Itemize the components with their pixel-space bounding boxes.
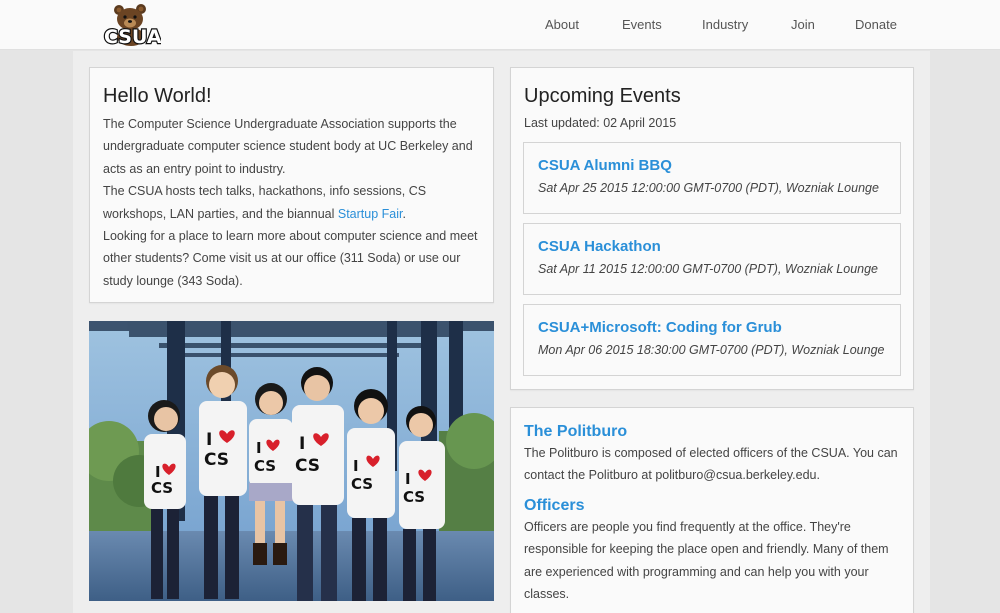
svg-text:I: I: [206, 430, 212, 450]
event-card[interactable]: CSUA Hackathon Sat Apr 11 2015 12:00:00 …: [523, 223, 901, 295]
startup-fair-link[interactable]: Startup Fair: [338, 207, 403, 221]
svg-text:CS: CS: [254, 457, 276, 475]
svg-text:I: I: [299, 434, 305, 454]
svg-text:I: I: [405, 470, 411, 488]
hello-paragraph-2-end: .: [402, 206, 406, 221]
hello-panel: Hello World! The Computer Science Underg…: [89, 67, 494, 303]
svg-text:CS: CS: [403, 488, 425, 506]
hello-paragraph-3: Looking for a place to learn more about …: [103, 229, 478, 288]
svg-text:I: I: [256, 439, 262, 457]
event-title[interactable]: CSUA+Microsoft: Coding for Grub: [538, 319, 782, 336]
hello-paragraph-2: The CSUA hosts tech talks, hackathons, i…: [103, 180, 478, 225]
svg-text:CS: CS: [351, 475, 373, 493]
politburo-text: The Politburo is composed of elected off…: [524, 446, 898, 483]
nav-link-events[interactable]: Events: [622, 17, 662, 32]
event-card[interactable]: CSUA+Microsoft: Coding for Grub Mon Apr …: [523, 304, 901, 376]
csua-bear-logo[interactable]: CSUA: [103, 3, 161, 47]
hello-title: Hello World!: [103, 85, 212, 107]
svg-text:CS: CS: [151, 479, 173, 497]
group-photo: I CS I CS I CS I CS I CS I CS: [89, 321, 494, 601]
event-datetime-location: Mon Apr 06 2015 18:30:00 GMT-0700 (PDT),…: [538, 343, 885, 357]
nav-link-industry[interactable]: Industry: [702, 17, 748, 32]
event-datetime-location: Sat Apr 11 2015 12:00:00 GMT-0700 (PDT),…: [538, 262, 879, 276]
officers-heading: Officers: [524, 497, 585, 514]
events-last-updated: Last updated: 02 April 2015: [524, 116, 677, 130]
events-title: Upcoming Events: [524, 85, 681, 107]
svg-text:CS: CS: [204, 450, 229, 470]
svg-text:CSUA: CSUA: [104, 26, 161, 47]
nav-link-donate[interactable]: Donate: [855, 17, 897, 32]
events-panel: Upcoming Events Last updated: 02 April 2…: [510, 67, 914, 390]
hello-paragraph-1: The Computer Science Undergraduate Assoc…: [103, 117, 473, 176]
event-card[interactable]: CSUA Alumni BBQ Sat Apr 25 2015 12:00:00…: [523, 142, 901, 214]
svg-text:CS: CS: [295, 456, 320, 476]
nav-link-about[interactable]: About: [545, 17, 579, 32]
nav-link-join[interactable]: Join: [791, 17, 815, 32]
officers-text: Officers are people you find frequently …: [524, 520, 889, 602]
event-title[interactable]: CSUA Hackathon: [538, 238, 661, 255]
hello-body: The Computer Science Undergraduate Assoc…: [103, 113, 478, 292]
politburo-panel: The Politburo The Politburo is composed …: [510, 407, 914, 613]
event-title[interactable]: CSUA Alumni BBQ: [538, 157, 672, 174]
top-navbar: CSUA About Events Industry Join Donate: [0, 0, 1000, 50]
politburo-heading: The Politburo: [524, 423, 628, 440]
event-datetime-location: Sat Apr 25 2015 12:00:00 GMT-0700 (PDT),…: [538, 181, 879, 195]
svg-text:I: I: [353, 457, 359, 475]
